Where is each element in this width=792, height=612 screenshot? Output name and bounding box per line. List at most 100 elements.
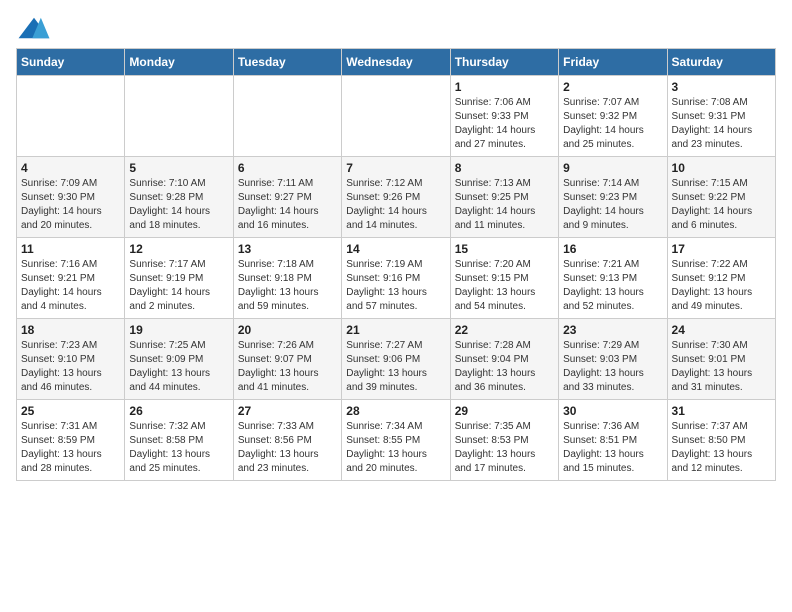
weekday-header-wednesday: Wednesday <box>342 49 450 76</box>
day-number: 1 <box>455 80 554 94</box>
day-info: Sunrise: 7:29 AM Sunset: 9:03 PM Dayligh… <box>563 339 662 395</box>
day-cell-26: 26 Sunrise: 7:32 AM Sunset: 8:58 PM Dayli… <box>125 400 233 481</box>
day-number: 5 <box>129 161 228 175</box>
day-info: Sunrise: 7:09 AM Sunset: 9:30 PM Dayligh… <box>21 177 120 233</box>
day-cell-19: 19 Sunrise: 7:25 AM Sunset: 9:09 PM Dayli… <box>125 319 233 400</box>
page-header <box>16 16 776 40</box>
day-number: 10 <box>672 161 771 175</box>
day-cell-16: 16 Sunrise: 7:21 AM Sunset: 9:13 PM Dayli… <box>559 238 667 319</box>
day-info: Sunrise: 7:26 AM Sunset: 9:07 PM Dayligh… <box>238 339 337 395</box>
day-cell-10: 10 Sunrise: 7:15 AM Sunset: 9:22 PM Dayli… <box>667 157 775 238</box>
day-info: Sunrise: 7:31 AM Sunset: 8:59 PM Dayligh… <box>21 420 120 476</box>
day-number: 15 <box>455 242 554 256</box>
day-number: 28 <box>346 404 445 418</box>
day-cell-28: 28 Sunrise: 7:34 AM Sunset: 8:55 PM Dayli… <box>342 400 450 481</box>
day-cell-8: 8 Sunrise: 7:13 AM Sunset: 9:25 PM Daylig… <box>450 157 558 238</box>
day-info: Sunrise: 7:10 AM Sunset: 9:28 PM Dayligh… <box>129 177 228 233</box>
day-info: Sunrise: 7:36 AM Sunset: 8:51 PM Dayligh… <box>563 420 662 476</box>
day-number: 9 <box>563 161 662 175</box>
day-cell-31: 31 Sunrise: 7:37 AM Sunset: 8:50 PM Dayli… <box>667 400 775 481</box>
day-number: 16 <box>563 242 662 256</box>
day-number: 8 <box>455 161 554 175</box>
weekday-header-tuesday: Tuesday <box>233 49 341 76</box>
day-info: Sunrise: 7:11 AM Sunset: 9:27 PM Dayligh… <box>238 177 337 233</box>
day-number: 31 <box>672 404 771 418</box>
day-number: 27 <box>238 404 337 418</box>
day-info: Sunrise: 7:17 AM Sunset: 9:19 PM Dayligh… <box>129 258 228 314</box>
day-number: 23 <box>563 323 662 337</box>
week-row-2: 4 Sunrise: 7:09 AM Sunset: 9:30 PM Daylig… <box>17 157 776 238</box>
day-number: 7 <box>346 161 445 175</box>
day-number: 6 <box>238 161 337 175</box>
day-info: Sunrise: 7:35 AM Sunset: 8:53 PM Dayligh… <box>455 420 554 476</box>
weekday-header-row: SundayMondayTuesdayWednesdayThursdayFrid… <box>17 49 776 76</box>
day-cell-11: 11 Sunrise: 7:16 AM Sunset: 9:21 PM Dayli… <box>17 238 125 319</box>
day-info: Sunrise: 7:37 AM Sunset: 8:50 PM Dayligh… <box>672 420 771 476</box>
day-cell-13: 13 Sunrise: 7:18 AM Sunset: 9:18 PM Dayli… <box>233 238 341 319</box>
empty-cell <box>125 76 233 157</box>
day-info: Sunrise: 7:19 AM Sunset: 9:16 PM Dayligh… <box>346 258 445 314</box>
weekday-header-thursday: Thursday <box>450 49 558 76</box>
day-info: Sunrise: 7:12 AM Sunset: 9:26 PM Dayligh… <box>346 177 445 233</box>
day-cell-17: 17Sunrise: 7:22 AM Sunset: 9:12 PM Dayli… <box>667 238 775 319</box>
day-number: 13 <box>238 242 337 256</box>
week-row-3: 11 Sunrise: 7:16 AM Sunset: 9:21 PM Dayli… <box>17 238 776 319</box>
day-number: 4 <box>21 161 120 175</box>
day-info: Sunrise: 7:18 AM Sunset: 9:18 PM Dayligh… <box>238 258 337 314</box>
day-number: 29 <box>455 404 554 418</box>
day-cell-1: 1 Sunrise: 7:06 AM Sunset: 9:33 PM Daylig… <box>450 76 558 157</box>
day-cell-30: 30 Sunrise: 7:36 AM Sunset: 8:51 PM Dayli… <box>559 400 667 481</box>
day-cell-14: 14 Sunrise: 7:19 AM Sunset: 9:16 PM Dayli… <box>342 238 450 319</box>
day-info: Sunrise: 7:14 AM Sunset: 9:23 PM Dayligh… <box>563 177 662 233</box>
day-number: 21 <box>346 323 445 337</box>
day-info: Sunrise: 7:16 AM Sunset: 9:21 PM Dayligh… <box>21 258 120 314</box>
day-number: 11 <box>21 242 120 256</box>
day-number: 24 <box>672 323 771 337</box>
week-row-4: 18Sunrise: 7:23 AM Sunset: 9:10 PM Dayli… <box>17 319 776 400</box>
day-cell-22: 22 Sunrise: 7:28 AM Sunset: 9:04 PM Dayli… <box>450 319 558 400</box>
day-cell-5: 5 Sunrise: 7:10 AM Sunset: 9:28 PM Daylig… <box>125 157 233 238</box>
day-cell-4: 4 Sunrise: 7:09 AM Sunset: 9:30 PM Daylig… <box>17 157 125 238</box>
day-number: 19 <box>129 323 228 337</box>
day-info: Sunrise: 7:34 AM Sunset: 8:55 PM Dayligh… <box>346 420 445 476</box>
day-info: Sunrise: 7:28 AM Sunset: 9:04 PM Dayligh… <box>455 339 554 395</box>
weekday-header-friday: Friday <box>559 49 667 76</box>
day-cell-15: 15 Sunrise: 7:20 AM Sunset: 9:15 PM Dayli… <box>450 238 558 319</box>
day-number: 14 <box>346 242 445 256</box>
day-info: Sunrise: 7:13 AM Sunset: 9:25 PM Dayligh… <box>455 177 554 233</box>
day-number: 3 <box>672 80 771 94</box>
day-cell-2: 2 Sunrise: 7:07 AM Sunset: 9:32 PM Daylig… <box>559 76 667 157</box>
day-info: Sunrise: 7:15 AM Sunset: 9:22 PM Dayligh… <box>672 177 771 233</box>
day-number: 2 <box>563 80 662 94</box>
day-number: 22 <box>455 323 554 337</box>
day-info: Sunrise: 7:25 AM Sunset: 9:09 PM Dayligh… <box>129 339 228 395</box>
weekday-header-sunday: Sunday <box>17 49 125 76</box>
day-cell-27: 27Sunrise: 7:33 AM Sunset: 8:56 PM Dayli… <box>233 400 341 481</box>
day-info: Sunrise: 7:06 AM Sunset: 9:33 PM Dayligh… <box>455 96 554 152</box>
day-number: 18 <box>21 323 120 337</box>
logo-icon <box>16 16 52 40</box>
day-number: 20 <box>238 323 337 337</box>
day-number: 26 <box>129 404 228 418</box>
day-number: 30 <box>563 404 662 418</box>
day-info: Sunrise: 7:07 AM Sunset: 9:32 PM Dayligh… <box>563 96 662 152</box>
day-info: Sunrise: 7:27 AM Sunset: 9:06 PM Dayligh… <box>346 339 445 395</box>
empty-cell <box>233 76 341 157</box>
day-info: Sunrise: 7:08 AM Sunset: 9:31 PM Dayligh… <box>672 96 771 152</box>
day-info: Sunrise: 7:20 AM Sunset: 9:15 PM Dayligh… <box>455 258 554 314</box>
empty-cell <box>342 76 450 157</box>
weekday-header-saturday: Saturday <box>667 49 775 76</box>
day-number: 25 <box>21 404 120 418</box>
week-row-1: 1 Sunrise: 7:06 AM Sunset: 9:33 PM Daylig… <box>17 76 776 157</box>
day-cell-18: 18Sunrise: 7:23 AM Sunset: 9:10 PM Dayli… <box>17 319 125 400</box>
weekday-header-monday: Monday <box>125 49 233 76</box>
day-cell-7: 7 Sunrise: 7:12 AM Sunset: 9:26 PM Daylig… <box>342 157 450 238</box>
calendar-table: SundayMondayTuesdayWednesdayThursdayFrid… <box>16 48 776 481</box>
day-cell-12: 12Sunrise: 7:17 AM Sunset: 9:19 PM Dayli… <box>125 238 233 319</box>
day-cell-29: 29 Sunrise: 7:35 AM Sunset: 8:53 PM Dayli… <box>450 400 558 481</box>
day-cell-20: 20 Sunrise: 7:26 AM Sunset: 9:07 PM Dayli… <box>233 319 341 400</box>
day-cell-6: 6 Sunrise: 7:11 AM Sunset: 9:27 PM Daylig… <box>233 157 341 238</box>
day-info: Sunrise: 7:32 AM Sunset: 8:58 PM Dayligh… <box>129 420 228 476</box>
day-cell-9: 9 Sunrise: 7:14 AM Sunset: 9:23 PM Daylig… <box>559 157 667 238</box>
day-info: Sunrise: 7:21 AM Sunset: 9:13 PM Dayligh… <box>563 258 662 314</box>
